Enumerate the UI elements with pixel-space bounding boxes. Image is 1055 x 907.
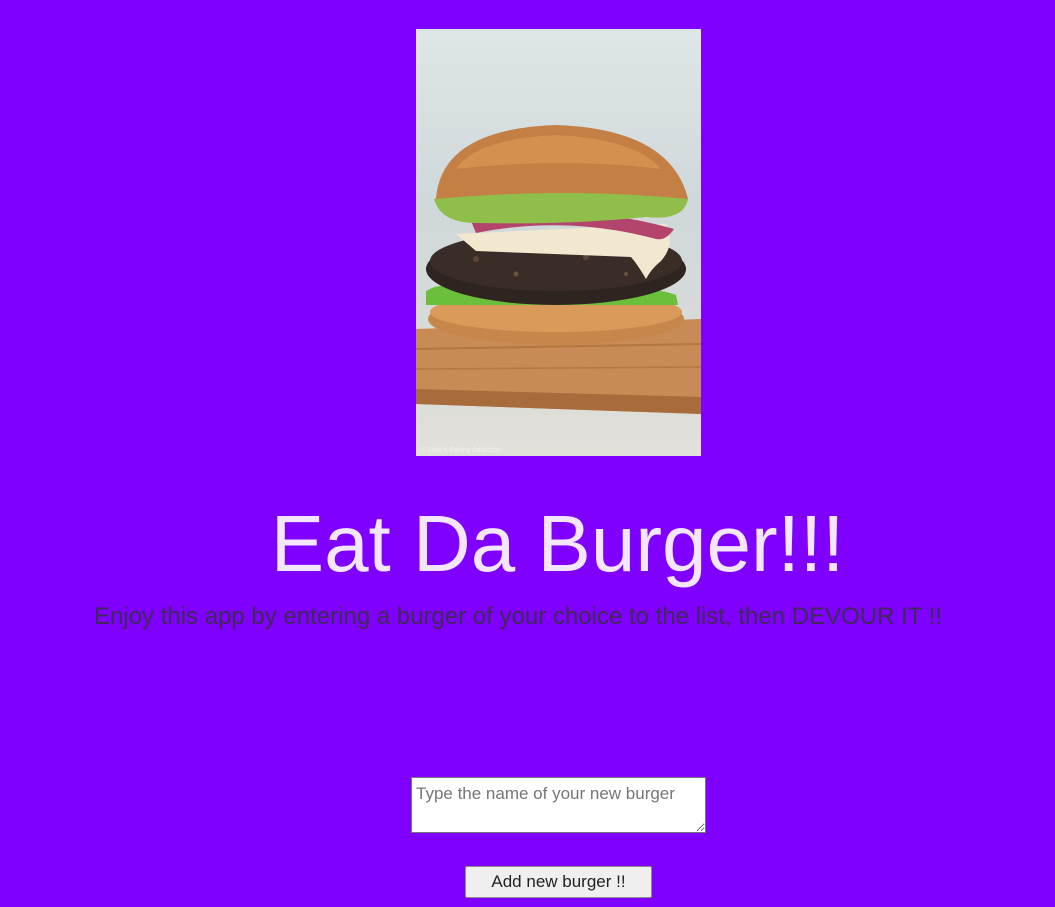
page: © Sally's Baking Addiction Eat Da Burger… (0, 0, 1055, 907)
burger-image: © Sally's Baking Addiction (416, 29, 701, 456)
add-burger-button[interactable]: Add new burger !! (465, 866, 652, 898)
page-title: Eat Da Burger!!! (270, 499, 845, 588)
burger-name-input[interactable] (411, 777, 706, 833)
photo-credit: © Sally's Baking Addiction (420, 447, 501, 454)
page-subtitle: Enjoy this app by entering a burger of y… (94, 603, 942, 630)
